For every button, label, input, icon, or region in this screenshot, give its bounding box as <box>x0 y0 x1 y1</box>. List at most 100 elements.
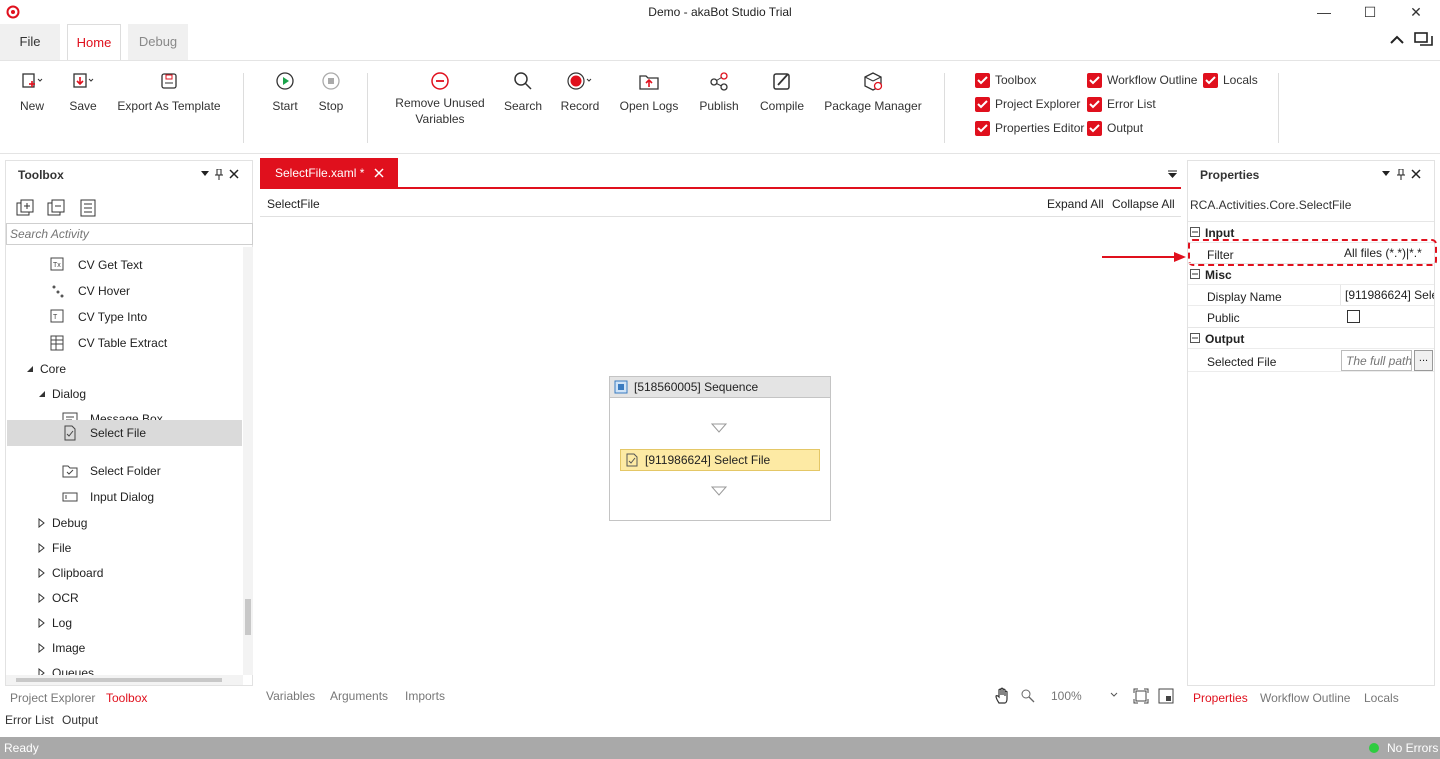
toolbox-checkbox[interactable]: Toolbox <box>975 71 1036 89</box>
tab-arguments[interactable]: Arguments <box>330 689 388 703</box>
stop-button[interactable]: Stop <box>312 69 350 113</box>
list-item[interactable]: CV Table Extract <box>50 331 167 355</box>
project-explorer-checkbox[interactable]: Project Explorer <box>975 95 1080 113</box>
compile-button[interactable]: Compile <box>756 69 808 113</box>
tab-home[interactable]: Home <box>67 24 121 61</box>
collapse-section-icon[interactable] <box>1190 333 1200 343</box>
collapse-section-icon[interactable] <box>1190 227 1200 237</box>
tab-locals[interactable]: Locals <box>1364 691 1399 705</box>
expand-all-button[interactable]: Expand All <box>1047 197 1104 211</box>
pin-icon[interactable] <box>1397 169 1405 180</box>
tree-node-file[interactable]: File <box>38 536 71 560</box>
tab-selectfile-xaml[interactable]: SelectFile.xaml * <box>260 158 398 188</box>
tree-node-debug[interactable]: Debug <box>38 511 87 535</box>
sequence-header[interactable]: [518560005] Sequence <box>610 377 830 398</box>
list-item[interactable]: Select Folder <box>62 459 161 483</box>
package-manager-button[interactable]: Package Manager <box>822 69 924 113</box>
selected-file-input[interactable] <box>1341 350 1412 371</box>
tab-imports[interactable]: Imports <box>405 689 445 703</box>
list-item[interactable]: Input Dialog <box>62 485 154 509</box>
save-button[interactable]: Save <box>64 69 102 113</box>
workflow-outline-checkbox[interactable]: Workflow Outline <box>1087 71 1197 89</box>
collapse-all-icon[interactable] <box>47 199 65 217</box>
zoom-icon[interactable] <box>1021 689 1035 703</box>
hand-pan-icon[interactable] <box>994 687 1012 705</box>
search-button[interactable]: Search <box>502 69 544 113</box>
list-view-icon[interactable] <box>80 199 96 217</box>
collapse-all-button[interactable]: Collapse All <box>1112 197 1175 211</box>
new-button[interactable]: New <box>12 69 52 113</box>
select-file-icon <box>626 453 638 467</box>
record-button[interactable]: Record <box>558 69 602 113</box>
folder-icon <box>639 75 659 90</box>
close-window-button[interactable]: ✕ <box>1406 3 1426 21</box>
overview-icon[interactable] <box>1158 688 1174 704</box>
tab-debug[interactable]: Debug <box>128 24 188 60</box>
error-list-checkbox[interactable]: Error List <box>1087 95 1156 113</box>
locals-checkbox[interactable]: Locals <box>1203 71 1258 89</box>
list-item[interactable]: Tx CV Get Text <box>50 253 142 277</box>
tab-properties[interactable]: Properties <box>1193 691 1248 705</box>
pin-icon[interactable] <box>215 169 223 180</box>
tree-node-image[interactable]: Image <box>38 636 85 660</box>
tab-project-explorer[interactable]: Project Explorer <box>10 691 95 705</box>
scrollbar-thumb[interactable] <box>245 599 251 635</box>
export-template-button[interactable]: Export As Template <box>114 69 224 113</box>
vertical-scrollbar[interactable] <box>243 247 253 675</box>
list-item-selected[interactable]: Select File <box>62 421 146 445</box>
browse-button[interactable]: ... <box>1414 350 1433 371</box>
status-bar: Ready No Errors <box>0 737 1440 759</box>
tree-node-dialog[interactable]: Dialog <box>38 382 86 406</box>
tree-node-log[interactable]: Log <box>38 611 72 635</box>
close-icon[interactable] <box>229 169 239 179</box>
tab-variables[interactable]: Variables <box>266 689 315 703</box>
publish-button[interactable]: Publish <box>696 69 742 113</box>
collapse-section-icon[interactable] <box>1190 269 1200 279</box>
zoom-level[interactable]: 100% <box>1051 689 1082 703</box>
tree-node-ocr[interactable]: OCR <box>38 586 79 610</box>
close-tab-icon[interactable] <box>374 168 384 178</box>
output-checkbox[interactable]: Output <box>1087 119 1143 137</box>
tab-toolbox[interactable]: Toolbox <box>106 691 147 705</box>
checkmark-icon <box>975 96 990 112</box>
search-activity-input[interactable] <box>6 223 253 245</box>
dropdown-icon[interactable] <box>1382 171 1390 177</box>
fit-to-screen-icon[interactable] <box>1133 688 1149 704</box>
start-button[interactable]: Start <box>266 69 304 113</box>
zoom-dropdown-icon[interactable] <box>1110 692 1118 698</box>
public-checkbox[interactable] <box>1347 310 1360 323</box>
status-ok-icon <box>1369 743 1379 753</box>
display-name-field[interactable]: [911986624] Sele <box>1340 285 1434 306</box>
collapse-ribbon-icon[interactable] <box>1390 35 1404 45</box>
close-icon[interactable] <box>1411 169 1421 179</box>
sequence-container[interactable]: [518560005] Sequence [911986624] Select … <box>609 376 831 521</box>
expanded-arrow-icon <box>27 366 33 372</box>
collapsed-arrow-icon <box>38 593 45 603</box>
expand-all-icon[interactable] <box>16 199 34 217</box>
section-output[interactable]: Output <box>1188 327 1434 349</box>
maximize-button[interactable]: ☐ <box>1360 3 1380 21</box>
open-logs-button[interactable]: Open Logs <box>616 69 682 113</box>
breadcrumb[interactable]: SelectFile <box>267 197 320 211</box>
list-item[interactable]: T CV Type Into <box>50 305 147 329</box>
horizontal-scrollbar[interactable] <box>6 675 243 685</box>
scrollbar-thumb[interactable] <box>16 678 222 682</box>
properties-editor-checkbox[interactable]: Properties Editor <box>975 119 1084 137</box>
section-misc[interactable]: Misc <box>1188 263 1434 285</box>
tab-file[interactable]: File <box>0 24 60 60</box>
select-file-activity[interactable]: [911986624] Select File <box>620 449 820 471</box>
collapsed-arrow-icon <box>38 618 45 628</box>
tab-list-dropdown-icon[interactable] <box>1168 170 1177 178</box>
tab-output[interactable]: Output <box>62 713 98 727</box>
chat-icon[interactable] <box>1414 32 1434 48</box>
toolbox-panel: Toolbox TxCV Get Text CV Hover TCV Type … <box>5 160 253 686</box>
tab-error-list[interactable]: Error List <box>5 713 54 727</box>
minimize-button[interactable]: — <box>1314 3 1334 21</box>
select-folder-icon <box>62 463 78 479</box>
tab-workflow-outline[interactable]: Workflow Outline <box>1260 691 1350 705</box>
list-item[interactable]: CV Hover <box>50 279 130 303</box>
tree-node-core[interactable]: Core <box>26 357 66 381</box>
dropdown-icon[interactable] <box>201 171 209 177</box>
tree-node-clipboard[interactable]: Clipboard <box>38 561 103 585</box>
remove-unused-variables-button[interactable]: Remove Unused Variables <box>392 69 488 127</box>
